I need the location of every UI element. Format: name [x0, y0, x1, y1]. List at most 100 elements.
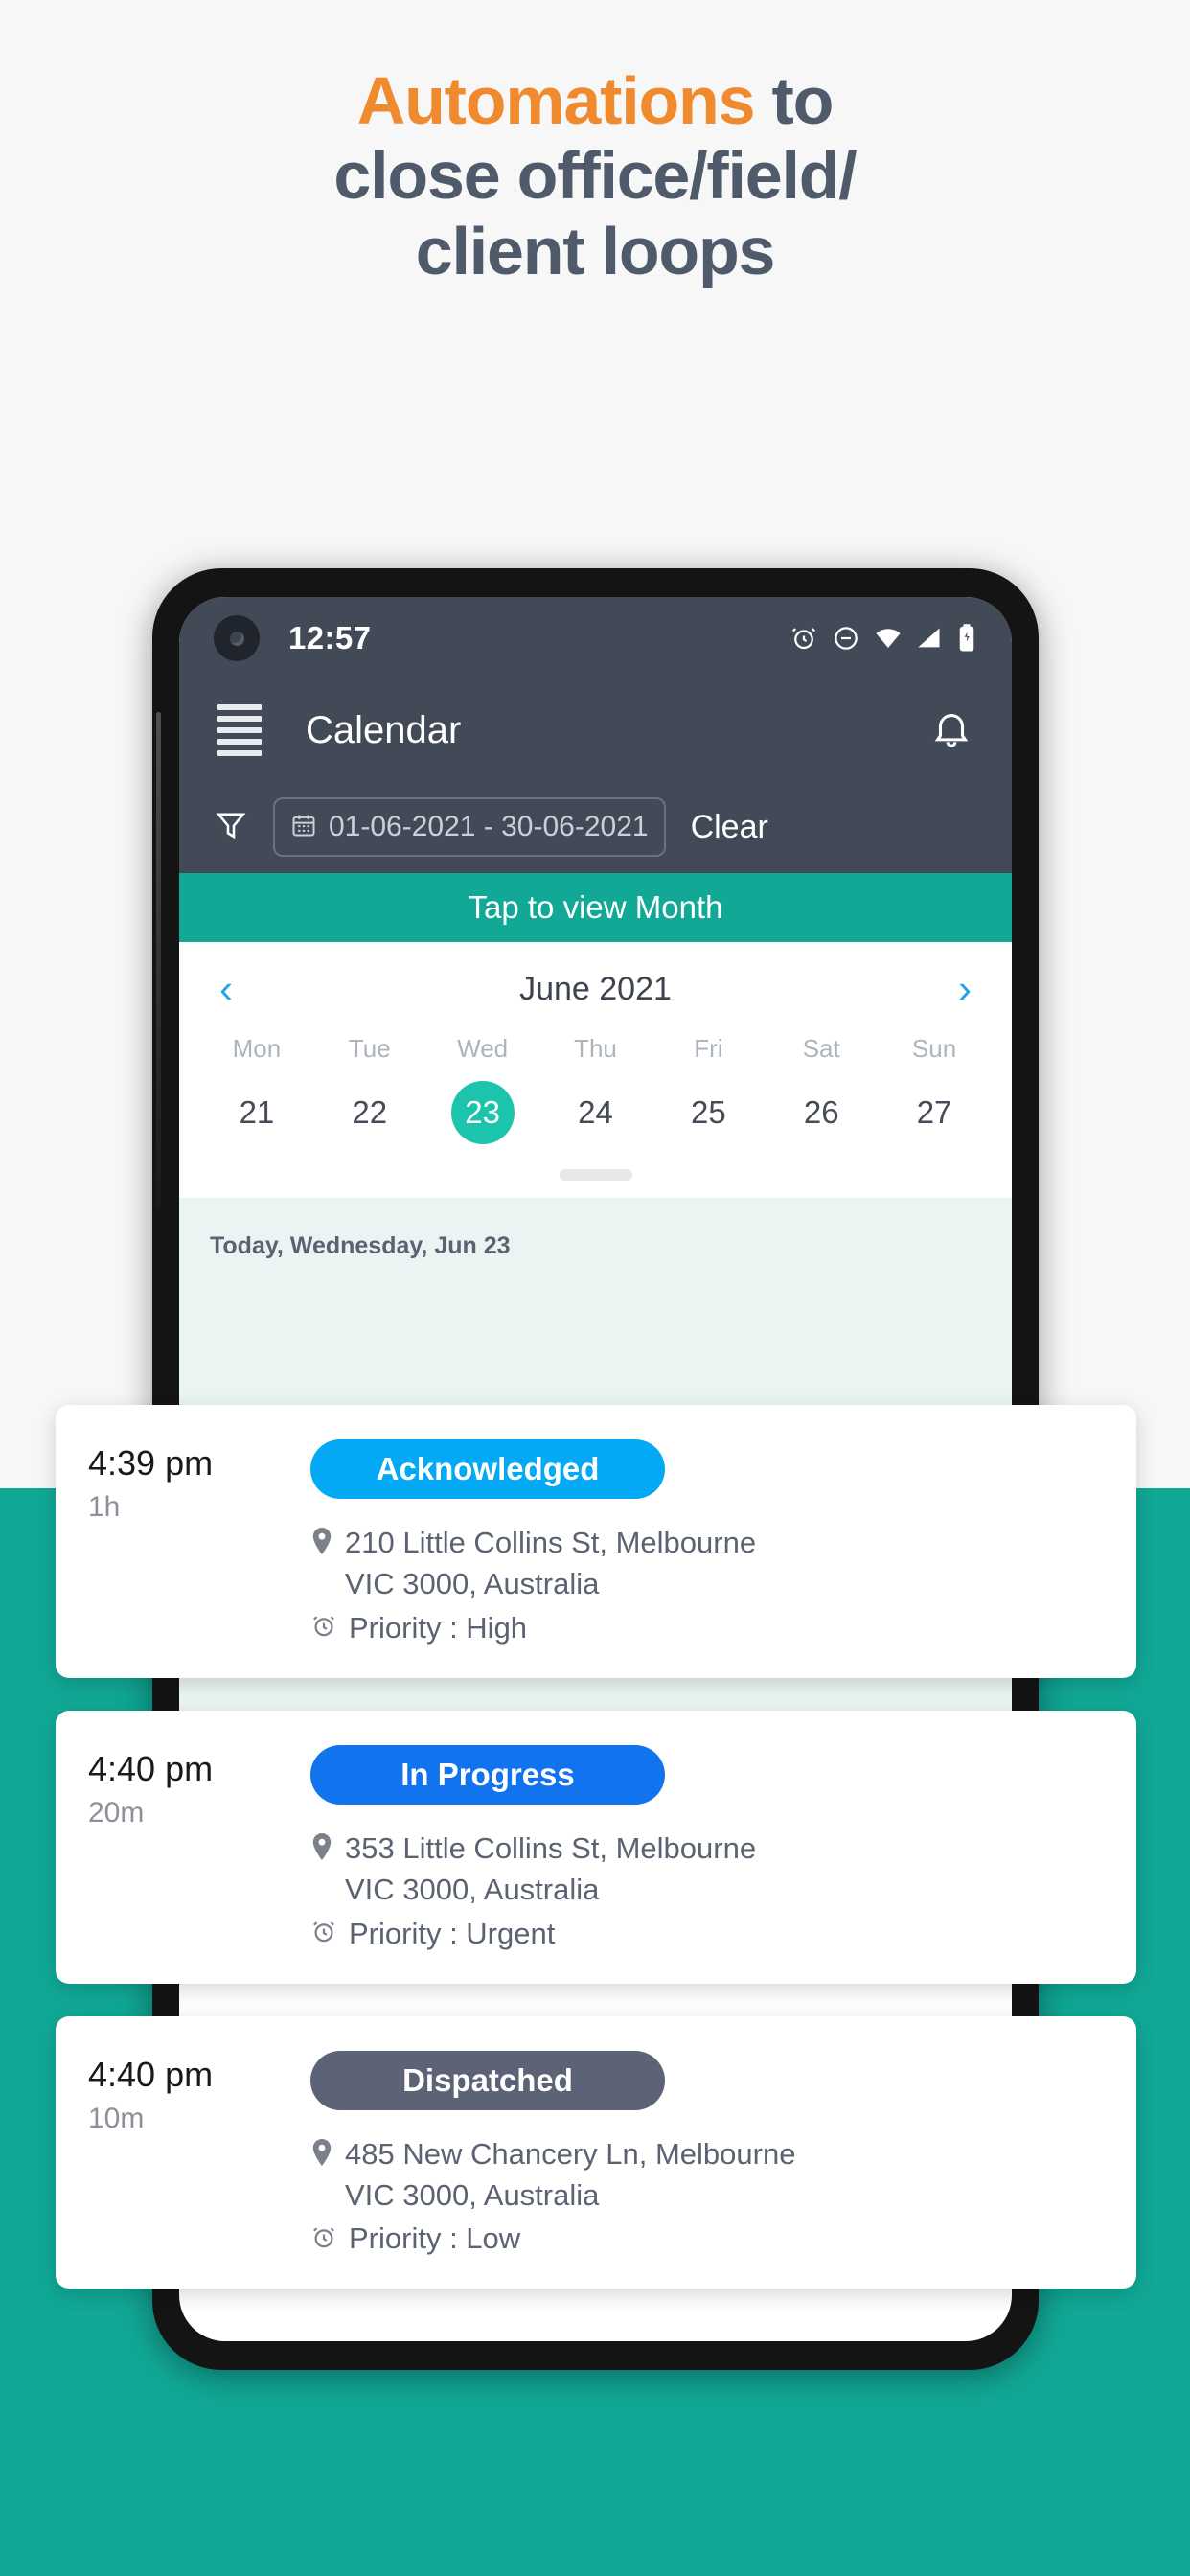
calendar-day-cell[interactable]: 22	[313, 1081, 426, 1144]
event-detail-block: Dispatched 485 New Chancery Ln, Melbourn…	[310, 2050, 1100, 2257]
calendar-day-number: 24	[578, 1094, 613, 1130]
headline-line-2: close office/field/	[333, 138, 857, 214]
calendar-icon	[290, 812, 317, 843]
signal-icon	[916, 625, 943, 652]
event-card[interactable]: 4:40 pm 10m Dispatched 485 New Chancery …	[56, 2015, 1136, 2289]
event-duration: 20m	[88, 1796, 145, 1828]
calendar-day-number: 25	[690, 1094, 726, 1130]
headline-line-1: Automations to	[0, 63, 1190, 138]
event-address: 210 Little Collins St, Melbourne VIC 300…	[345, 1522, 756, 1605]
event-priority-row: Priority : Low	[310, 2221, 1100, 2256]
status-bar: 12:57	[179, 597, 1012, 679]
weekday-label: Wed	[457, 1034, 509, 1063]
event-address-line1: 485 New Chancery Ln, Melbourne	[345, 2136, 796, 2171]
event-card-list: 4:39 pm 1h Acknowledged 210 Little Colli…	[56, 1405, 1136, 2321]
do-not-disturb-icon	[832, 624, 860, 653]
event-priority: Priority : Urgent	[349, 1916, 556, 1950]
event-priority-row: Priority : High	[310, 1611, 1100, 1645]
calendar-day-cell[interactable]: 26	[765, 1081, 878, 1144]
chevron-right-icon[interactable]: ›	[958, 969, 972, 1009]
calendar-day-number: 23	[450, 1081, 515, 1144]
status-icon-group	[790, 624, 977, 653]
event-duration: 10m	[88, 2102, 145, 2134]
status-badge[interactable]: Dispatched	[310, 2050, 665, 2110]
status-badge[interactable]: In Progress	[310, 1744, 665, 1805]
week-calendar: ‹ June 2021 › Mon Tue Wed Thu Fri Sat Su…	[179, 942, 1012, 1181]
weekday-label: Sun	[911, 1034, 957, 1063]
alarm-clock-icon	[310, 1918, 337, 1949]
calendar-day-number: 22	[352, 1094, 388, 1130]
calendar-day-cell-selected[interactable]: 23	[426, 1081, 539, 1144]
front-camera-icon	[214, 615, 260, 661]
event-duration: 1h	[88, 1491, 121, 1523]
event-detail-block: Acknowledged 210 Little Collins St, Melb…	[310, 1439, 1100, 1645]
wifi-icon	[874, 624, 903, 653]
phone-edge-highlight	[156, 712, 161, 1210]
day-header-strip: Today, Wednesday, Jun 23	[179, 1198, 1012, 1279]
headline-accent-word: Automations	[356, 63, 756, 138]
date-range-value: 01-06-2021 - 30-06-2021	[329, 811, 649, 842]
event-time: 4:40 pm	[88, 1748, 214, 1788]
tap-to-view-month-button[interactable]: Tap to view Month	[179, 873, 1012, 942]
calendar-day-number: 21	[239, 1094, 275, 1130]
app-bar-title: Calendar	[306, 708, 462, 751]
event-address-line2: VIC 3000, Australia	[345, 1567, 600, 1601]
chevron-left-icon[interactable]: ‹	[219, 969, 233, 1009]
event-time: 4:40 pm	[88, 2054, 214, 2094]
calendar-day-cell[interactable]: 21	[200, 1081, 313, 1144]
event-address-row: 353 Little Collins St, Melbourne VIC 300…	[310, 1828, 1100, 1911]
battery-icon	[956, 624, 977, 653]
event-card[interactable]: 4:40 pm 20m In Progress 353 Little Colli…	[56, 1710, 1136, 1984]
status-badge[interactable]: Acknowledged	[310, 1439, 665, 1499]
filter-bar: 01-06-2021 - 30-06-2021 Clear	[179, 781, 1012, 873]
alarm-clock-icon	[310, 2223, 337, 2255]
event-detail-block: In Progress 353 Little Collins St, Melbo…	[310, 1744, 1100, 1951]
event-card[interactable]: 4:39 pm 1h Acknowledged 210 Little Colli…	[56, 1405, 1136, 1678]
calendar-weekday-row: Mon Tue Wed Thu Fri Sat Sun 21 22 23 24 …	[179, 1034, 1012, 1144]
weekday-label: Mon	[232, 1034, 282, 1063]
event-time-block: 4:40 pm 20m	[88, 1745, 310, 1951]
date-range-field[interactable]: 01-06-2021 - 30-06-2021	[273, 797, 666, 857]
calendar-drag-handle[interactable]	[559, 1169, 632, 1181]
event-time-block: 4:39 pm 1h	[88, 1439, 310, 1645]
weekday-label: Tue	[348, 1034, 391, 1063]
day-header-label: Today, Wednesday, Jun 23	[210, 1232, 511, 1259]
app-bar: Calendar	[179, 679, 1012, 781]
headline-line-3: client loops	[415, 213, 776, 288]
event-address-row: 485 New Chancery Ln, Melbourne VIC 3000,…	[310, 2133, 1100, 2217]
event-priority: Priority : Low	[349, 2221, 521, 2256]
map-pin-icon	[310, 1828, 333, 1911]
event-time: 4:39 pm	[88, 1443, 214, 1483]
page-headline: Automations to close office/field/ clien…	[0, 63, 1190, 288]
bell-icon[interactable]	[929, 706, 973, 755]
weekday-label: Fri	[694, 1034, 723, 1063]
event-address-line2: VIC 3000, Australia	[345, 1873, 600, 1907]
event-address-line1: 353 Little Collins St, Melbourne	[345, 1830, 757, 1865]
alarm-icon	[790, 624, 818, 653]
calendar-day-cell[interactable]: 24	[539, 1081, 652, 1144]
calendar-nav: ‹ June 2021 ›	[179, 961, 1012, 1009]
map-pin-icon	[310, 2133, 333, 2217]
calendar-day-number: 26	[803, 1094, 839, 1130]
status-time: 12:57	[288, 620, 372, 656]
event-address: 353 Little Collins St, Melbourne VIC 300…	[345, 1828, 756, 1911]
event-priority: Priority : High	[349, 1610, 528, 1644]
event-address-line2: VIC 3000, Australia	[345, 2177, 600, 2212]
hamburger-icon[interactable]	[217, 704, 262, 756]
event-priority-row: Priority : Urgent	[310, 1917, 1100, 1951]
calendar-day-cell[interactable]: 27	[878, 1081, 991, 1144]
alarm-clock-icon	[310, 1612, 337, 1644]
calendar-day-number: 27	[916, 1094, 952, 1130]
event-address-line1: 210 Little Collins St, Melbourne	[345, 1526, 757, 1559]
calendar-month-title: June 2021	[519, 970, 672, 1007]
weekday-label: Thu	[574, 1034, 617, 1063]
event-address: 485 New Chancery Ln, Melbourne VIC 3000,…	[345, 2133, 795, 2217]
calendar-day-cell[interactable]: 25	[652, 1081, 765, 1144]
weekday-label: Sat	[802, 1034, 840, 1063]
clear-filter-button[interactable]: Clear	[691, 809, 768, 846]
funnel-icon[interactable]	[214, 808, 248, 847]
event-address-row: 210 Little Collins St, Melbourne VIC 300…	[310, 1522, 1100, 1605]
headline-line-1-rest: to	[754, 63, 835, 138]
event-time-block: 4:40 pm 10m	[88, 2051, 310, 2257]
map-pin-icon	[310, 1522, 333, 1605]
